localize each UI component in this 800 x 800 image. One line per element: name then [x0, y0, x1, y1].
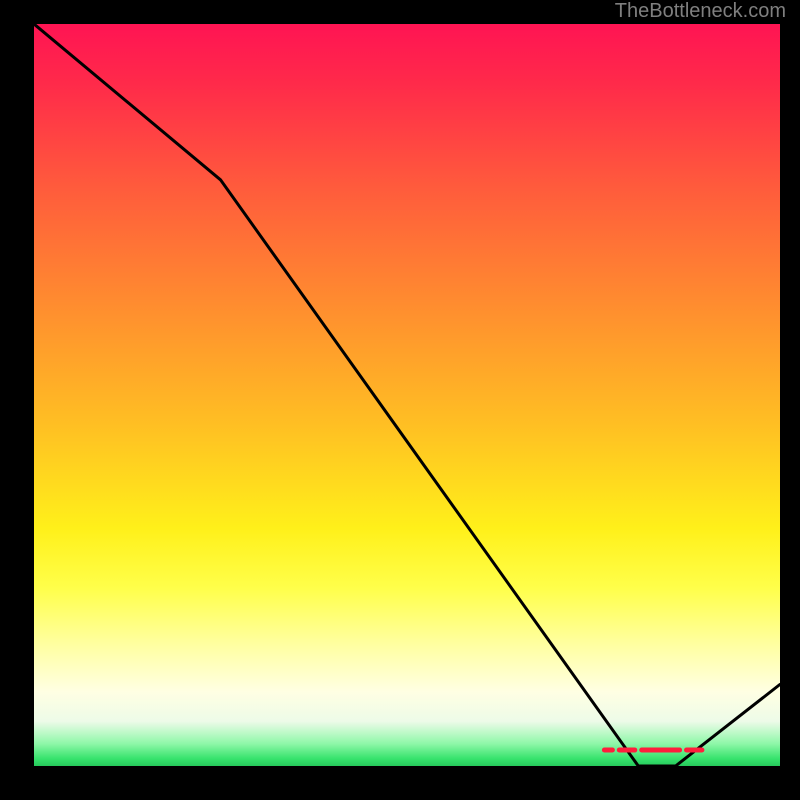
bottleneck-curve	[34, 24, 780, 766]
plot-area	[34, 24, 780, 766]
chart-container: TheBottleneck.com	[0, 0, 800, 800]
bottleneck-curve-svg	[34, 24, 780, 766]
watermark: TheBottleneck.com	[615, 0, 786, 23]
